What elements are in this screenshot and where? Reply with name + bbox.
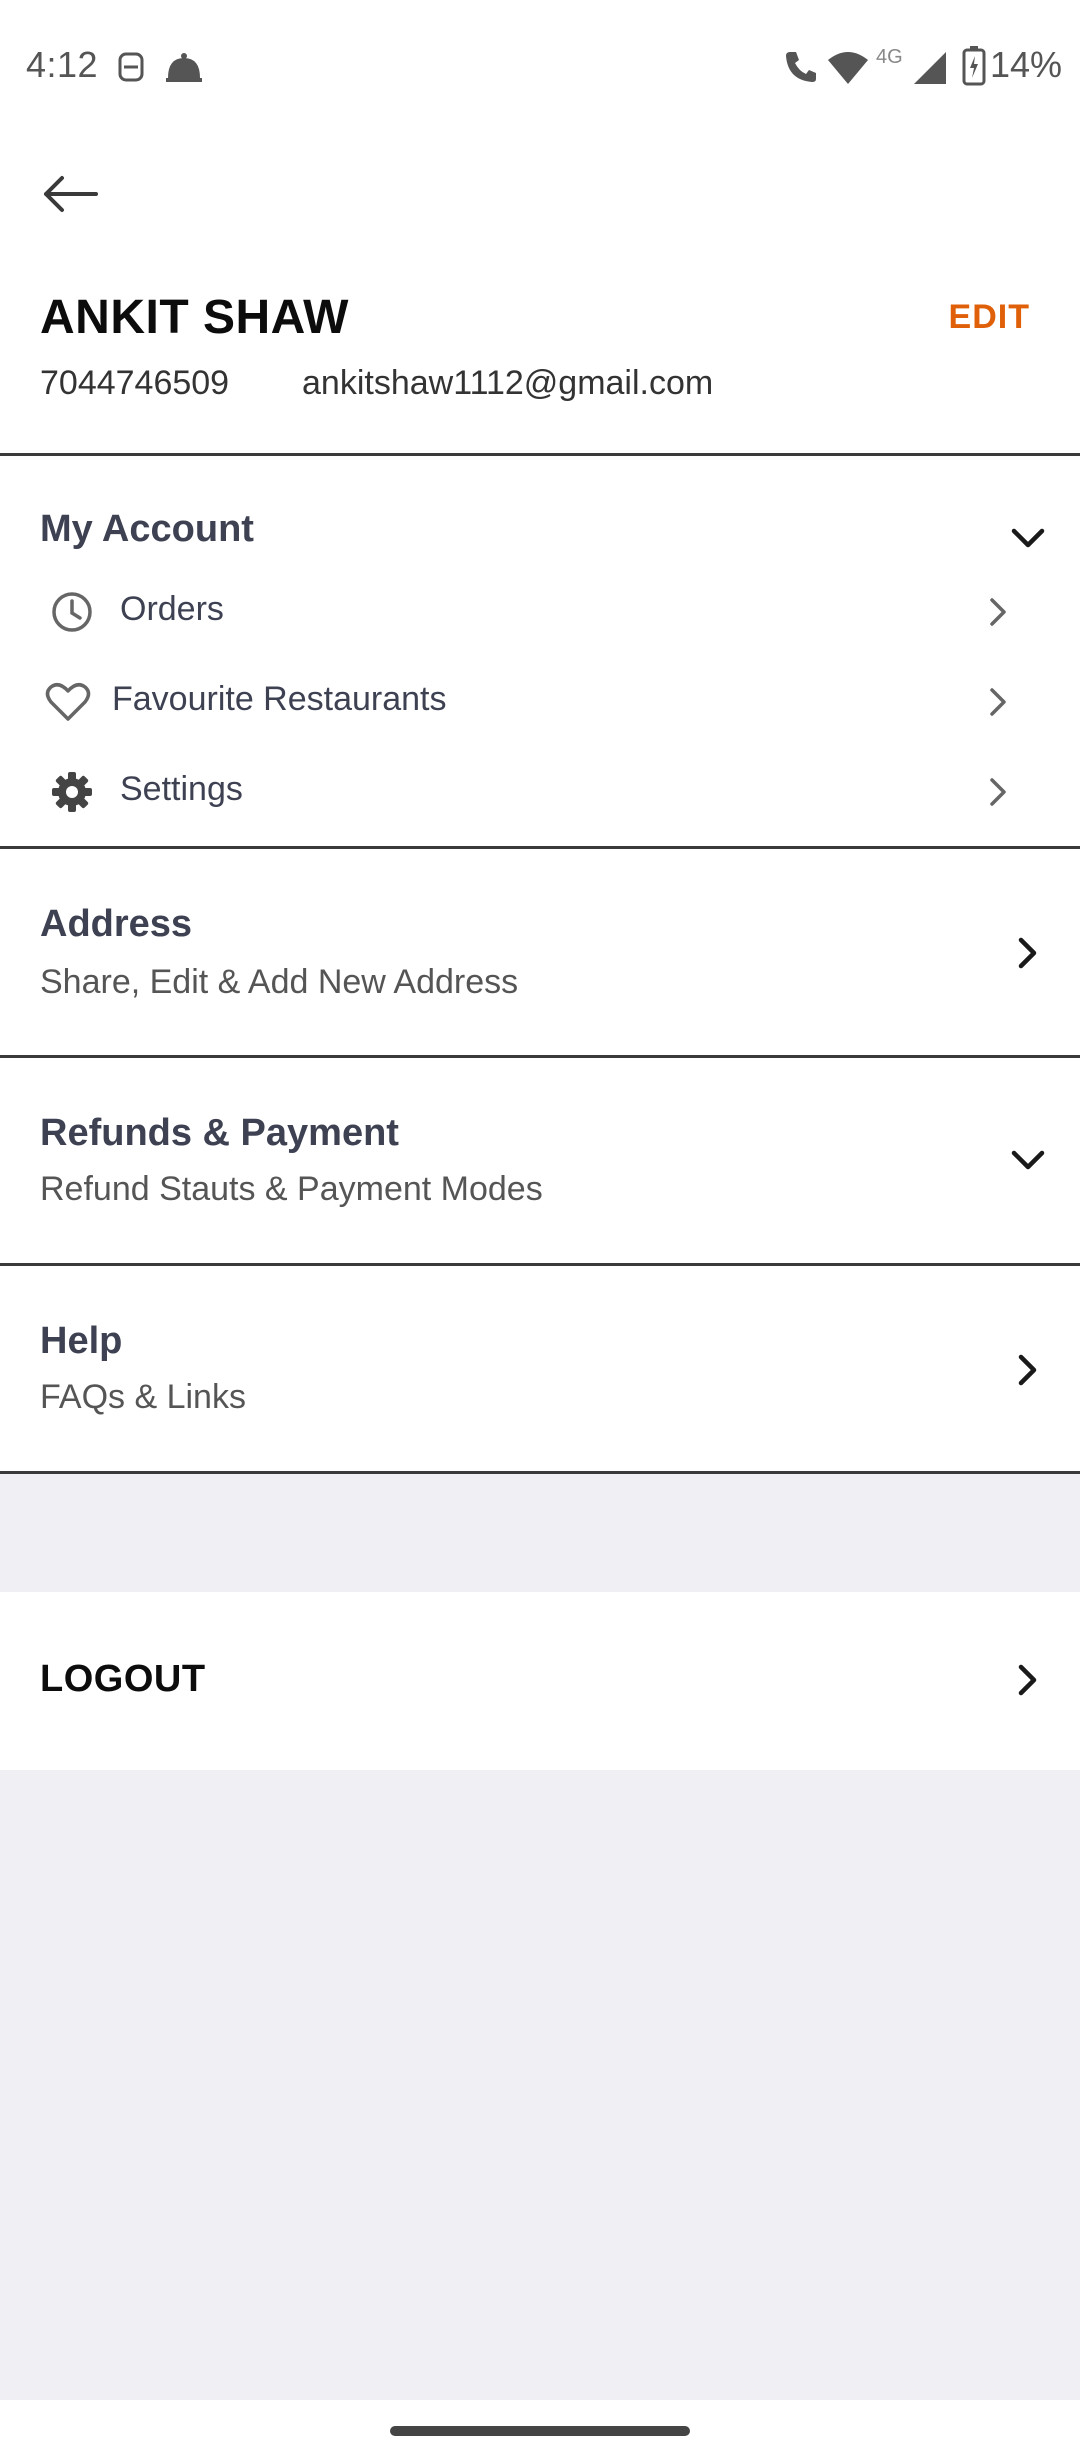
help-title: Help (40, 1320, 123, 1362)
call-icon (786, 52, 816, 82)
gear-icon (48, 768, 96, 816)
signal-icon (914, 52, 946, 84)
my-account-section: My Account Orders Favourite Restaurants (0, 456, 1080, 846)
logout-label: LOGOUT (40, 1658, 206, 1700)
divider (0, 1471, 1080, 1474)
battery-percent: 14% (990, 44, 1063, 85)
help-section[interactable]: Help FAQs & Links (0, 1266, 1080, 1471)
chevron-right-icon (980, 774, 1016, 810)
refunds-title: Refunds & Payment (40, 1112, 399, 1154)
favourite-restaurants-label: Favourite Restaurants (112, 680, 447, 718)
settings-label: Settings (120, 770, 243, 808)
status-bar: 4:12 4G 14% (0, 0, 1080, 136)
refunds-subtitle: Refund Stauts & Payment Modes (40, 1170, 543, 1208)
profile-email: ankitshaw1112@gmail.com (302, 364, 714, 402)
refunds-payment-section[interactable]: Refunds & Payment Refund Stauts & Paymen… (0, 1058, 1080, 1263)
back-arrow-icon (44, 176, 98, 212)
logout-button[interactable]: LOGOUT (0, 1592, 1080, 1770)
menu-item-favourite-restaurants[interactable]: Favourite Restaurants (0, 656, 1080, 746)
profile-name: ANKIT SHAW (40, 291, 349, 344)
edit-profile-button[interactable]: EDIT (949, 298, 1030, 337)
chevron-down-icon (1008, 1140, 1048, 1180)
heart-icon (44, 678, 92, 726)
home-indicator[interactable] (390, 2426, 690, 2436)
address-subtitle: Share, Edit & Add New Address (40, 963, 519, 1001)
battery-icon (962, 46, 986, 86)
clock-icon (48, 588, 96, 636)
profile-header: ANKIT SHAW EDIT 7044746509 ankitshaw1112… (0, 266, 1080, 454)
notification-icon (118, 52, 144, 82)
chevron-down-icon (1011, 528, 1045, 548)
profile-phone: 7044746509 (40, 364, 230, 402)
my-account-toggle[interactable] (1008, 518, 1048, 558)
orders-label: Orders (120, 590, 224, 628)
back-button[interactable] (30, 154, 110, 234)
cloche-icon (166, 53, 202, 82)
network-type: 4G (876, 46, 903, 68)
chevron-right-icon (1008, 1350, 1048, 1390)
status-time: 4:12 (26, 44, 99, 85)
my-account-title[interactable]: My Account (40, 508, 254, 551)
menu-item-settings[interactable]: Settings (0, 746, 1080, 836)
wifi-icon (828, 52, 868, 84)
help-subtitle: FAQs & Links (40, 1378, 246, 1416)
chevron-right-icon (1008, 1660, 1048, 1700)
chevron-right-icon (980, 684, 1016, 720)
menu-item-orders[interactable]: Orders (0, 566, 1080, 656)
top-bar (0, 136, 1080, 266)
chevron-right-icon (1008, 933, 1048, 973)
chevron-right-icon (980, 594, 1016, 630)
address-section[interactable]: Address Share, Edit & Add New Address (0, 849, 1080, 1055)
address-title: Address (40, 903, 193, 945)
